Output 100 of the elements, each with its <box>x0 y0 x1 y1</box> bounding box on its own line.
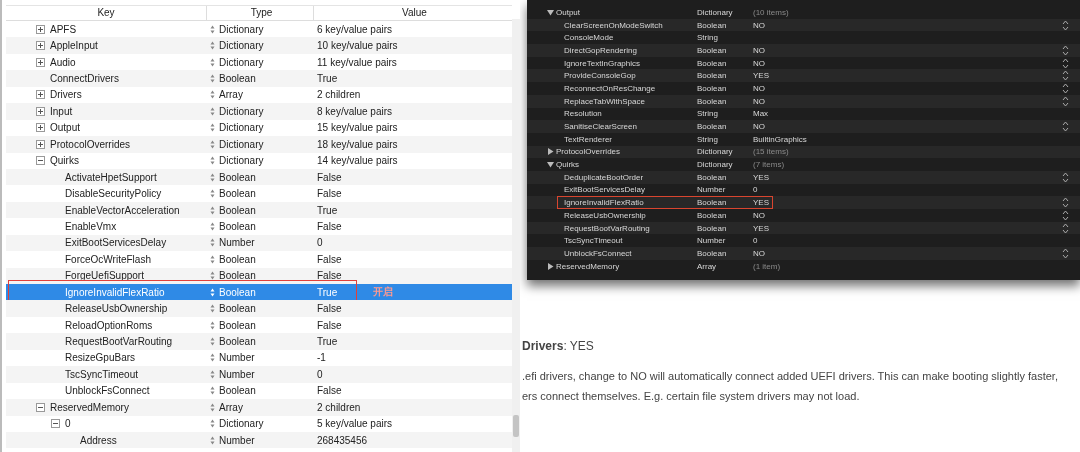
expand-icon[interactable] <box>36 24 45 34</box>
value-cell: (7 items) <box>753 160 785 170</box>
type-cell: Boolean <box>219 270 256 282</box>
expand-icon[interactable] <box>36 57 45 67</box>
expand-icon[interactable] <box>36 106 45 116</box>
stepper-icon[interactable] <box>210 402 215 412</box>
stepper-icon[interactable] <box>210 139 215 149</box>
key-cell: DirectGopRendering <box>564 45 637 55</box>
table-row[interactable]: TscSyncTimeout Number 0 <box>6 366 512 383</box>
stepper-icon[interactable] <box>210 41 215 51</box>
key-cell: ReleaseUsbOwnership <box>564 210 646 220</box>
value-cell: NO <box>753 96 765 106</box>
collapse-icon[interactable] <box>51 419 60 429</box>
stepper-icon[interactable] <box>210 238 215 248</box>
value-cell: -1 <box>317 352 326 364</box>
stepper-icon[interactable] <box>1062 44 1069 56</box>
type-cell: Array <box>219 401 243 413</box>
stepper-icon[interactable] <box>210 419 215 429</box>
table-row[interactable]: ReservedMemory Array 2 children <box>6 399 512 416</box>
stepper-icon[interactable] <box>210 369 215 379</box>
column-header[interactable]: Key <box>6 6 207 20</box>
stepper-icon[interactable] <box>1062 19 1069 31</box>
key-cell: DisableSecurityPolicy <box>65 188 162 200</box>
value-cell: 0 <box>753 236 758 246</box>
key-cell: ExitBootServicesDelay <box>564 185 645 195</box>
stepper-icon[interactable] <box>210 254 215 264</box>
value-cell: 2 children <box>317 89 361 101</box>
expand-icon[interactable] <box>36 90 45 100</box>
table-row[interactable]: ProtocolOverrides Dictionary 18 key/value pairs <box>6 136 512 153</box>
expand-triangle-icon[interactable] <box>547 148 554 156</box>
type-cell: Dictionary <box>219 40 264 52</box>
stepper-icon[interactable] <box>210 435 215 445</box>
key-cell: TscSyncTimeout <box>65 368 138 380</box>
stepper-icon[interactable] <box>210 337 215 347</box>
stepper-icon[interactable] <box>210 24 215 34</box>
column-header[interactable]: Type <box>207 6 314 20</box>
value-cell: 10 key/value pairs <box>317 40 398 52</box>
key-cell: Audio <box>50 56 76 68</box>
stepper-icon[interactable] <box>210 90 215 100</box>
value-cell: 5 key/value pairs <box>317 418 393 430</box>
stepper-icon[interactable] <box>210 304 215 314</box>
key-cell: TextRenderer <box>564 134 613 144</box>
stepper-icon[interactable] <box>1062 171 1069 183</box>
stepper-icon[interactable] <box>210 74 215 84</box>
stepper-icon[interactable] <box>210 320 215 330</box>
table-row[interactable]: ReleaseUsbOwnership Boolean False <box>6 300 512 317</box>
stepper-icon[interactable] <box>1062 247 1069 259</box>
stepper-icon[interactable] <box>210 221 215 231</box>
stepper-icon[interactable] <box>1062 197 1069 209</box>
stepper-icon[interactable] <box>1062 95 1069 107</box>
key-cell: Quirks <box>556 160 580 170</box>
type-cell: Boolean <box>219 385 256 397</box>
stepper-icon[interactable] <box>210 353 215 363</box>
collapse-icon[interactable] <box>36 402 45 412</box>
table-row[interactable]: Input Dictionary 8 key/value pairs <box>6 103 512 120</box>
value-cell: 11 key/value pairs <box>317 56 397 68</box>
collapse-triangle-icon[interactable] <box>547 161 554 169</box>
value-cell: YES <box>753 71 769 81</box>
key-cell: ConsoleMode <box>564 33 614 43</box>
stepper-icon[interactable] <box>210 271 215 281</box>
collapse-triangle-icon[interactable] <box>547 8 554 16</box>
stepper-icon[interactable] <box>210 57 215 67</box>
expand-icon[interactable] <box>36 139 45 149</box>
stepper-icon[interactable] <box>1062 209 1069 221</box>
type-cell: Number <box>697 185 726 195</box>
stepper-icon[interactable] <box>210 106 215 116</box>
expand-icon[interactable] <box>36 123 45 133</box>
value-cell: 15 key/value pairs <box>317 122 398 134</box>
stepper-icon[interactable] <box>1062 70 1069 82</box>
stepper-icon[interactable] <box>1062 82 1069 94</box>
stepper-icon[interactable] <box>1062 222 1069 234</box>
type-cell: Boolean <box>697 71 727 81</box>
expand-icon[interactable] <box>36 41 45 51</box>
value-cell: YES <box>753 172 769 182</box>
key-cell: Output <box>556 7 580 17</box>
stepper-icon[interactable] <box>210 386 215 396</box>
stepper-icon[interactable] <box>210 287 215 297</box>
table-row[interactable]: RequestBootVarRouting Boolean True <box>6 333 512 350</box>
key-cell: TscSyncTimeout <box>564 236 623 246</box>
type-cell: Boolean <box>219 171 256 183</box>
value-cell: 0 <box>317 368 323 380</box>
table-row[interactable]: ConnectDrivers Boolean True <box>6 70 512 87</box>
key-cell: ClearScreenOnModeSwitch <box>564 20 663 30</box>
value-cell: 2 children <box>317 401 361 413</box>
table-row[interactable]: AppleInput Dictionary 10 key/value pairs <box>6 37 512 54</box>
collapse-icon[interactable] <box>36 156 45 166</box>
type-cell: Array <box>697 261 717 271</box>
stepper-icon[interactable] <box>210 172 215 182</box>
column-header[interactable]: Value <box>314 6 512 20</box>
type-cell: Boolean <box>697 58 727 68</box>
scrollbar-thumb[interactable] <box>513 415 519 437</box>
stepper-icon[interactable] <box>1062 121 1069 133</box>
expand-triangle-icon[interactable] <box>547 262 554 270</box>
type-cell: String <box>697 134 718 144</box>
stepper-icon[interactable] <box>210 189 215 199</box>
stepper-icon[interactable] <box>210 205 215 215</box>
stepper-icon[interactable] <box>210 123 215 133</box>
stepper-icon[interactable] <box>210 156 215 166</box>
key-cell: Drivers <box>50 89 82 101</box>
stepper-icon[interactable] <box>1062 57 1069 69</box>
